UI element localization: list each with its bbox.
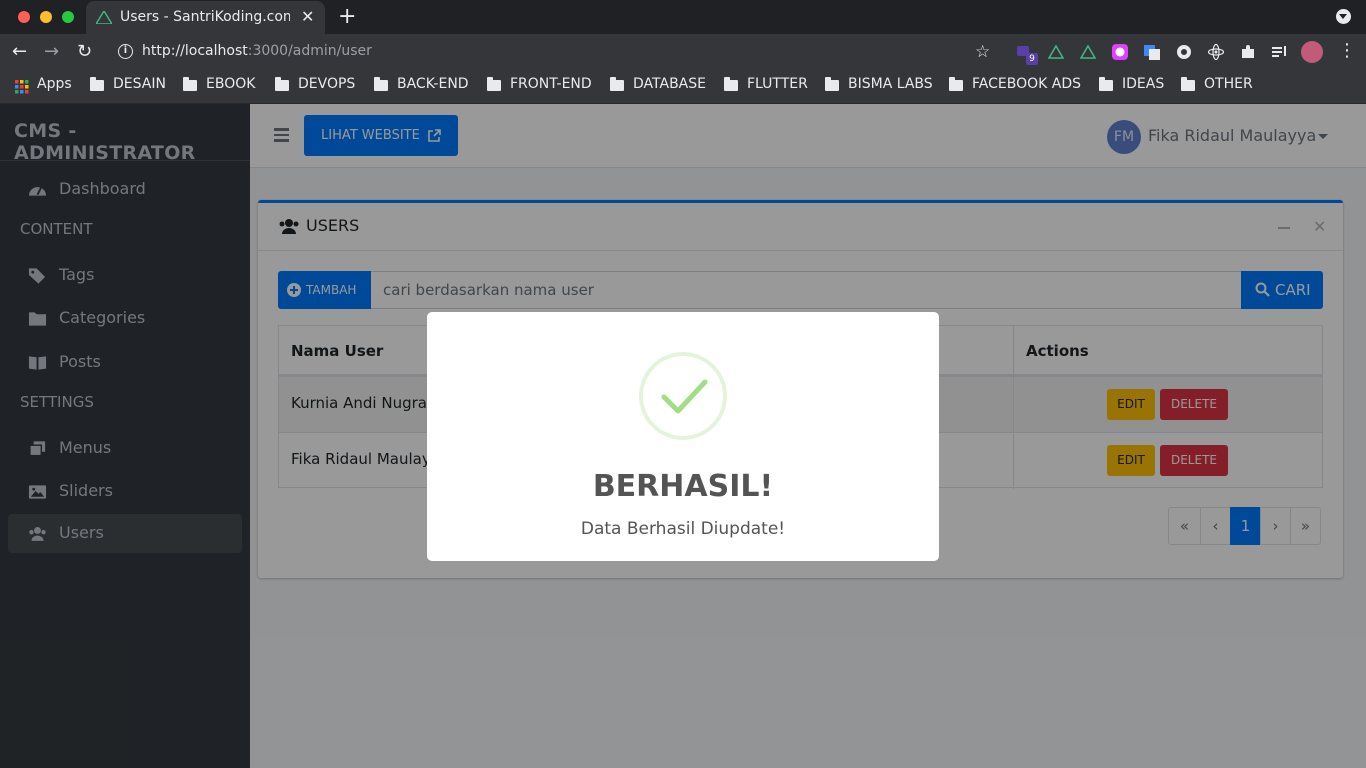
close-window-button[interactable] xyxy=(18,11,30,23)
bookmark-apps[interactable]: Apps xyxy=(37,76,72,92)
back-icon[interactable]: ← xyxy=(12,41,27,62)
tab-search-icon[interactable] xyxy=(1336,9,1351,24)
folder-icon xyxy=(374,77,388,91)
forward-icon[interactable]: → xyxy=(44,41,59,62)
folder-icon xyxy=(183,77,197,91)
site-info-icon[interactable]: i xyxy=(118,44,133,59)
folder-icon xyxy=(275,77,289,91)
color-picker-icon[interactable] xyxy=(1111,43,1129,61)
vue-devtools-icon-2[interactable] xyxy=(1079,43,1097,61)
folder-icon xyxy=(487,77,501,91)
folder-icon xyxy=(724,77,738,91)
bookmark-devops[interactable]: DEVOPS xyxy=(298,76,355,92)
profile-avatar[interactable] xyxy=(1301,41,1323,63)
maximize-window-button[interactable] xyxy=(62,11,74,23)
media-queue-icon[interactable] xyxy=(1271,43,1289,61)
folder-icon xyxy=(90,77,104,91)
bookmark-back-end[interactable]: BACK-END xyxy=(397,76,469,92)
bookmark-bisma-labs[interactable]: BISMA LABS xyxy=(848,76,933,92)
tab-title: Users - SantriKoding.com xyxy=(120,9,290,25)
folder-icon xyxy=(949,77,963,91)
bookmark-facebook-ads[interactable]: FACEBOOK ADS xyxy=(972,76,1081,92)
tab-close-icon[interactable]: ✕ xyxy=(301,7,314,26)
dialog-title: BERHASIL! xyxy=(592,469,774,504)
extension-circle-icon[interactable] xyxy=(1175,43,1193,61)
folder-icon xyxy=(1099,77,1113,91)
bookmark-front-end[interactable]: FRONT-END xyxy=(510,76,592,92)
new-tab-button[interactable]: + xyxy=(338,4,356,29)
browser-menu-icon[interactable]: ⋮ xyxy=(1338,40,1356,61)
translate-icon[interactable] xyxy=(1143,43,1161,61)
url-host: http://localhost xyxy=(142,43,248,59)
bookmark-database[interactable]: DATABASE xyxy=(633,76,706,92)
browser-tab-bar: Users - SantriKoding.com ✕ + xyxy=(0,0,1366,34)
bookmark-ebook[interactable]: EBOOK xyxy=(206,76,255,92)
bookmark-flutter[interactable]: FLUTTER xyxy=(747,76,808,92)
folder-icon xyxy=(610,77,624,91)
bookmark-desain[interactable]: DESAIN xyxy=(113,76,166,92)
vue-devtools-icon[interactable] xyxy=(1047,43,1065,61)
bookmark-other[interactable]: OTHER xyxy=(1204,76,1253,92)
check-mark xyxy=(661,379,708,414)
reload-icon[interactable]: ↻ xyxy=(77,41,92,62)
success-dialog: BERHASIL! Data Berhasil Diupdate! xyxy=(427,312,939,561)
minimize-window-button[interactable] xyxy=(40,11,52,23)
success-check-icon xyxy=(639,352,727,440)
address-bar[interactable]: http://localhost:3000/admin/user xyxy=(142,43,372,59)
url-path: :3000/admin/user xyxy=(247,43,372,59)
browser-toolbar: ← → ↻ i http://localhost:3000/admin/user… xyxy=(0,34,1366,70)
folder-icon xyxy=(1181,77,1195,91)
folder-icon xyxy=(825,77,839,91)
vue-favicon-icon xyxy=(96,11,112,24)
dialog-message: Data Berhasil Diupdate! xyxy=(580,519,786,539)
extensions-puzzle-icon[interactable] xyxy=(1239,43,1257,61)
apps-grid-icon xyxy=(15,80,29,94)
browser-tab[interactable]: Users - SantriKoding.com ✕ xyxy=(86,1,325,34)
bookmark-star-icon[interactable]: ☆ xyxy=(975,42,990,62)
bookmark-ideas[interactable]: IDEAS xyxy=(1122,76,1164,92)
react-devtools-icon[interactable] xyxy=(1207,43,1225,61)
bookmarks-bar: Apps DESAIN EBOOK DEVOPS BACK-END FRONT-… xyxy=(0,70,1366,104)
extension-badge: 9 xyxy=(1026,53,1038,65)
